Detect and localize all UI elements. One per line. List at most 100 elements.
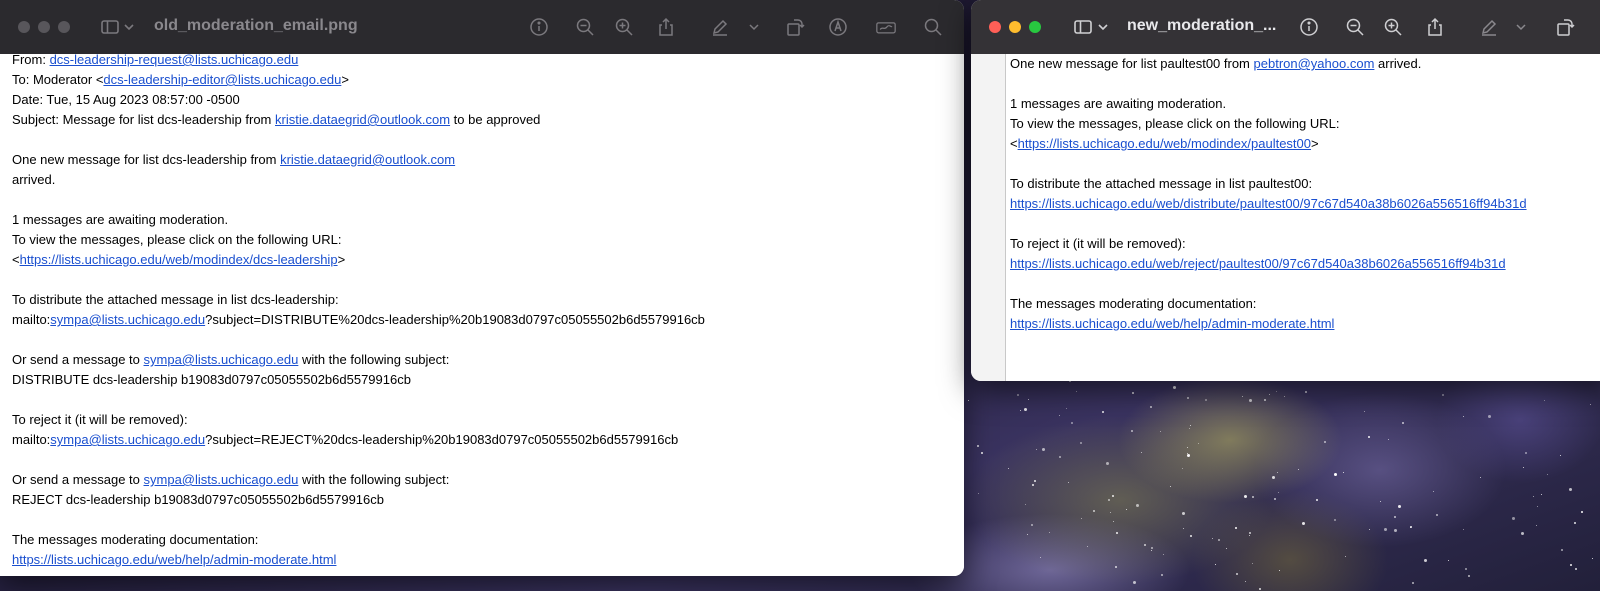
star xyxy=(1569,488,1573,492)
sympa-link[interactable]: sympa@lists.uchicago.edu xyxy=(144,472,299,487)
star xyxy=(1111,494,1114,497)
rotate-icon[interactable] xyxy=(1555,17,1575,37)
star xyxy=(1543,400,1545,402)
titlebar[interactable]: old_moderation_email.png xyxy=(0,0,964,54)
minimize-button[interactable] xyxy=(38,21,50,33)
mailto-prefix: mailto: xyxy=(12,312,51,327)
star xyxy=(1041,448,1045,452)
star xyxy=(1464,568,1467,571)
star xyxy=(1297,468,1299,470)
docs-link[interactable]: https://lists.uchicago.edu/web/help/admi… xyxy=(1010,316,1334,331)
chevron-down-icon[interactable] xyxy=(1515,17,1527,37)
zoom-in-icon[interactable] xyxy=(614,17,634,37)
star xyxy=(1524,452,1527,455)
titlebar[interactable]: new_moderation_... xyxy=(971,0,1600,54)
or-send-suffix: with the following subject: xyxy=(298,352,450,367)
minimize-button[interactable] xyxy=(1009,21,1021,33)
star xyxy=(1125,509,1127,511)
star xyxy=(1520,531,1524,535)
intro-prefix: One new message for list paultest00 from xyxy=(1010,56,1254,71)
subject-line: Subject: Message for list dcs-leadership… xyxy=(12,110,964,130)
preview-window-new[interactable]: new_moderation_... One new message for l… xyxy=(971,0,1600,381)
chevron-down-icon[interactable] xyxy=(123,17,135,37)
view-url-link[interactable]: https://lists.uchicago.edu/web/modindex/… xyxy=(20,252,338,267)
share-icon[interactable] xyxy=(656,17,676,37)
intro-line-2: arrived. xyxy=(12,172,56,187)
star xyxy=(1367,436,1370,439)
info-icon[interactable] xyxy=(1299,17,1319,37)
distribute-link[interactable]: https://lists.uchicago.edu/web/distribut… xyxy=(1010,196,1527,211)
star xyxy=(1242,395,1244,397)
sympa-link[interactable]: sympa@lists.uchicago.edu xyxy=(144,352,299,367)
chevron-down-icon[interactable] xyxy=(748,17,760,37)
annotate-icon[interactable] xyxy=(828,17,848,37)
share-icon[interactable] xyxy=(1425,17,1445,37)
sidebar-icon[interactable] xyxy=(1073,17,1093,37)
star xyxy=(1271,476,1275,480)
preview-window-old[interactable]: old_moderation_email.png From: dcs-leade… xyxy=(0,0,964,576)
star xyxy=(1344,556,1346,558)
star xyxy=(978,492,980,494)
to-close: > xyxy=(341,72,349,87)
intro-link[interactable]: pebtron@yahoo.com xyxy=(1254,56,1375,71)
sidebar-icon[interactable] xyxy=(100,17,120,37)
star xyxy=(1189,428,1191,430)
zoom-button[interactable] xyxy=(1029,21,1041,33)
intro-link[interactable]: kristie.dataegrid@outlook.com xyxy=(280,152,455,167)
star xyxy=(1107,498,1110,501)
window-title: new_moderation_... xyxy=(1127,17,1277,34)
star xyxy=(1248,398,1252,402)
subject-link[interactable]: kristie.dataegrid@outlook.com xyxy=(275,112,450,127)
rotate-icon[interactable] xyxy=(785,17,805,37)
docs-link[interactable]: https://lists.uchicago.edu/web/help/admi… xyxy=(12,552,336,567)
star xyxy=(1032,484,1035,487)
or-send-prefix: Or send a message to xyxy=(12,352,144,367)
info-icon[interactable] xyxy=(529,17,549,37)
sympa-link[interactable]: sympa@lists.uchicago.edu xyxy=(50,432,205,447)
markup-pen-icon[interactable] xyxy=(710,17,730,37)
zoom-out-icon[interactable] xyxy=(1345,17,1365,37)
search-icon[interactable] xyxy=(923,17,943,37)
date-line: Date: Tue, 15 Aug 2023 08:57:00 -0500 xyxy=(12,92,240,107)
star xyxy=(1279,570,1281,572)
star xyxy=(1024,408,1028,412)
star xyxy=(1008,468,1010,469)
star xyxy=(1244,495,1248,499)
star xyxy=(1163,554,1165,556)
zoom-button[interactable] xyxy=(58,21,70,33)
signature-icon[interactable] xyxy=(874,17,898,37)
view-text: To view the messages, please click on th… xyxy=(1010,116,1340,131)
star xyxy=(1190,535,1193,538)
docs-url-line: https://lists.uchicago.edu/web/help/admi… xyxy=(12,550,964,570)
from-link[interactable]: dcs-leadership-request@lists.uchicago.ed… xyxy=(50,52,299,67)
star xyxy=(1105,461,1109,465)
star xyxy=(1541,494,1543,496)
sympa-link[interactable]: sympa@lists.uchicago.edu xyxy=(50,312,205,327)
star xyxy=(1547,474,1549,476)
mailto-prefix: mailto: xyxy=(12,432,51,447)
close-button[interactable] xyxy=(989,21,1001,33)
zoom-out-icon[interactable] xyxy=(575,17,595,37)
chevron-down-icon[interactable] xyxy=(1097,17,1109,37)
star xyxy=(1570,563,1573,566)
to-link[interactable]: dcs-leadership-editor@lists.uchicago.edu xyxy=(103,72,341,87)
star xyxy=(1169,486,1171,488)
star xyxy=(1589,404,1591,406)
star xyxy=(1211,537,1213,539)
zoom-in-icon[interactable] xyxy=(1383,17,1403,37)
markup-pen-icon[interactable] xyxy=(1479,17,1499,37)
star xyxy=(1093,510,1096,513)
star xyxy=(1462,528,1464,530)
close-button[interactable] xyxy=(18,21,30,33)
star xyxy=(1315,499,1318,502)
star xyxy=(1523,467,1525,469)
star xyxy=(1277,491,1279,493)
star xyxy=(1058,455,1061,458)
view-url-link[interactable]: https://lists.uchicago.edu/web/modindex/… xyxy=(1018,136,1311,151)
view-close: > xyxy=(1311,136,1319,151)
reject-link[interactable]: https://lists.uchicago.edu/web/reject/pa… xyxy=(1010,256,1506,271)
star xyxy=(1581,510,1584,513)
star xyxy=(1393,515,1396,518)
star xyxy=(1263,399,1266,402)
star xyxy=(1401,422,1404,425)
